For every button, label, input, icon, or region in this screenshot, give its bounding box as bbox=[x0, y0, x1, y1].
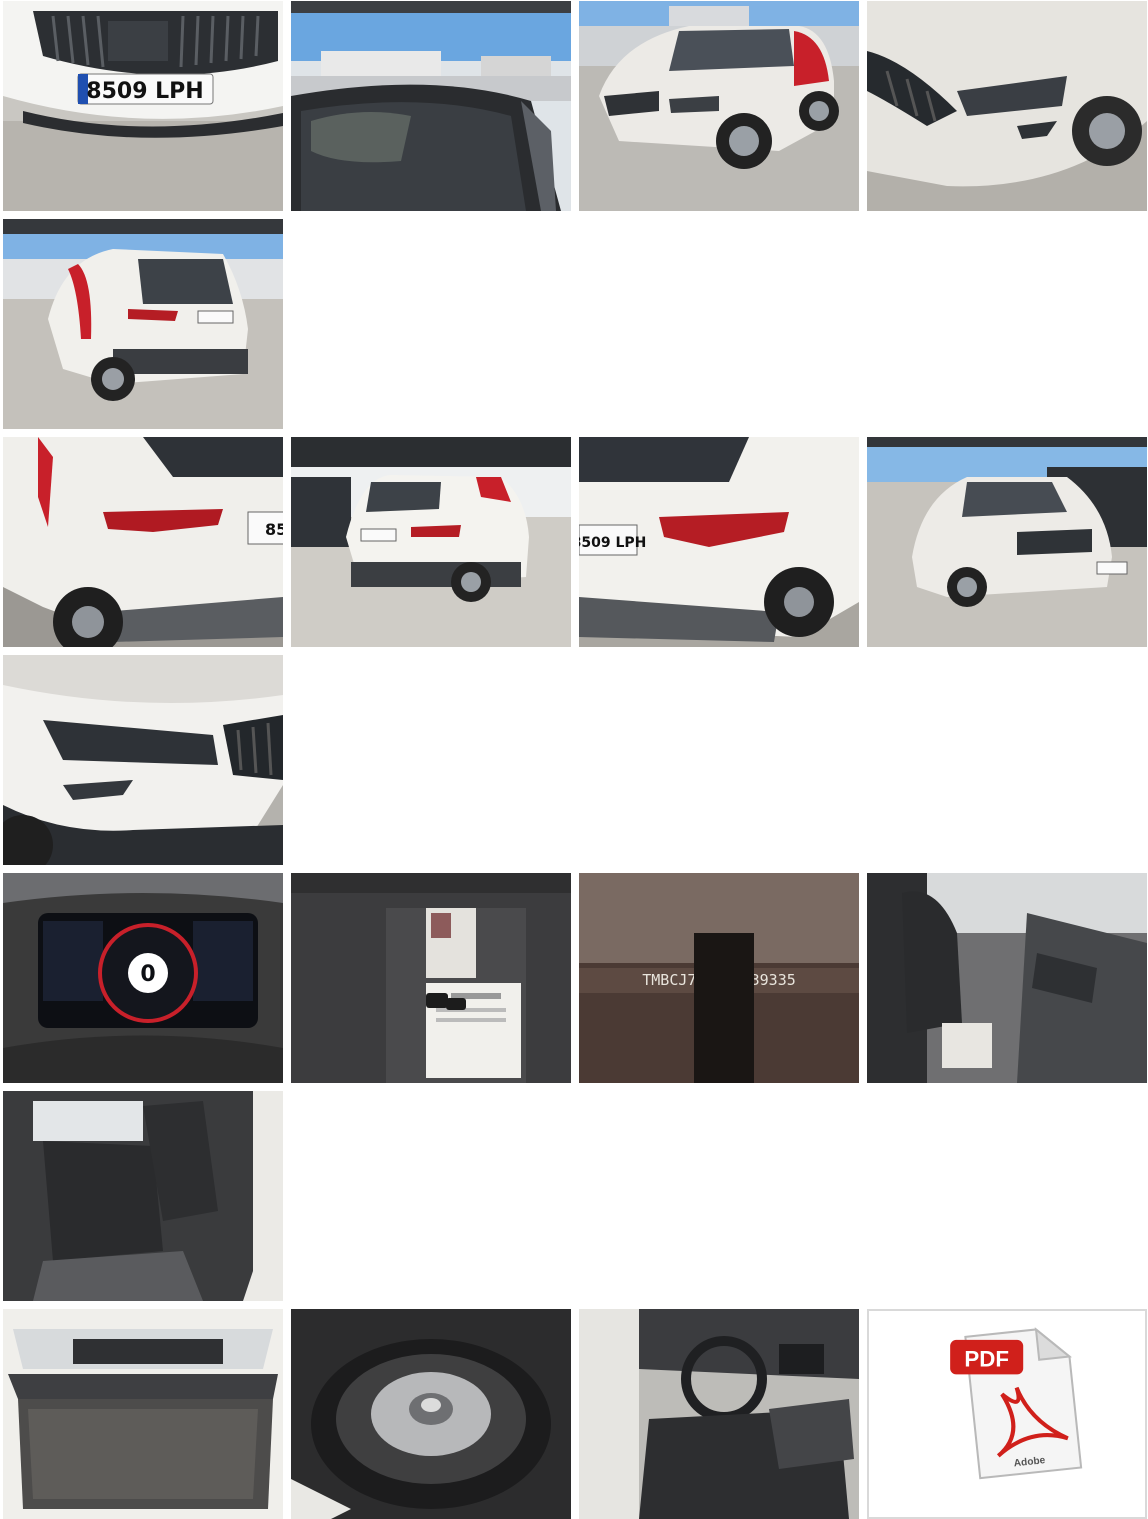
rear-right-taillight-photo: 8509 LPH bbox=[579, 437, 859, 647]
photo-thumbnail[interactable] bbox=[579, 1, 859, 211]
front-grille-photo: 8509 LPH bbox=[3, 1, 283, 211]
passenger-interior-photo bbox=[867, 873, 1147, 1083]
photo-thumbnail[interactable] bbox=[291, 437, 571, 647]
photo-thumbnail[interactable] bbox=[867, 873, 1147, 1083]
rear-taillight-photo: 8509 bbox=[3, 437, 283, 647]
photo-thumbnail[interactable]: 8509 LPH bbox=[579, 437, 859, 647]
photo-thumbnail[interactable] bbox=[579, 1309, 859, 1519]
photo-thumbnail[interactable] bbox=[291, 873, 571, 1083]
front-parked-photo bbox=[867, 437, 1147, 647]
photo-thumbnail[interactable] bbox=[3, 1309, 283, 1519]
photo-thumbnail[interactable] bbox=[867, 1, 1147, 211]
rear-seats-photo bbox=[3, 1091, 283, 1301]
pdf-document-link[interactable]: Adobe PDF bbox=[867, 1309, 1147, 1519]
photo-thumbnail[interactable]: TMBCJ7NU5M5039335 bbox=[579, 873, 859, 1083]
rear-three-quarter-photo bbox=[3, 219, 283, 429]
photo-thumbnail[interactable]: 8509 bbox=[3, 437, 283, 647]
speed-readout: 0 bbox=[140, 962, 155, 987]
vin-plate-photo: TMBCJ7NU5M5039335 bbox=[579, 873, 859, 1083]
spare-wheel-photo bbox=[291, 1309, 571, 1519]
driver-cockpit-photo bbox=[579, 1309, 859, 1519]
open-trunk-photo bbox=[3, 1309, 283, 1519]
front-left-headlight-photo bbox=[3, 655, 283, 865]
keys-documents-photo bbox=[291, 873, 571, 1083]
photo-thumbnail[interactable] bbox=[867, 437, 1147, 647]
photo-thumbnail[interactable] bbox=[3, 1091, 283, 1301]
photo-thumbnail[interactable] bbox=[3, 655, 283, 865]
front-headlight-photo bbox=[867, 1, 1147, 211]
photo-thumbnail[interactable] bbox=[291, 1, 571, 211]
rear-under-canopy-photo bbox=[291, 437, 571, 647]
photo-thumbnail[interactable] bbox=[3, 219, 283, 429]
photo-thumbnail[interactable] bbox=[291, 1309, 571, 1519]
photo-thumbnail[interactable]: 0 bbox=[3, 873, 283, 1083]
instrument-cluster-photo: 0 bbox=[3, 873, 283, 1083]
pdf-badge-label: PDF bbox=[964, 1346, 1009, 1371]
license-plate-text: 8509 LPH bbox=[579, 535, 646, 551]
photo-thumbnail[interactable]: 8509 LPH bbox=[3, 1, 283, 211]
photo-gallery: 8509 LPH 85 8509 LPH 0 Adobe PDF bbox=[0, 0, 1148, 1519]
license-plate-text: 8509 LPH bbox=[86, 79, 203, 104]
pdf-document-icon: Adobe PDF bbox=[869, 1311, 1145, 1517]
front-three-quarter-photo bbox=[579, 1, 859, 211]
roof-photo bbox=[291, 1, 571, 211]
license-plate-text: 8509 bbox=[265, 520, 283, 539]
